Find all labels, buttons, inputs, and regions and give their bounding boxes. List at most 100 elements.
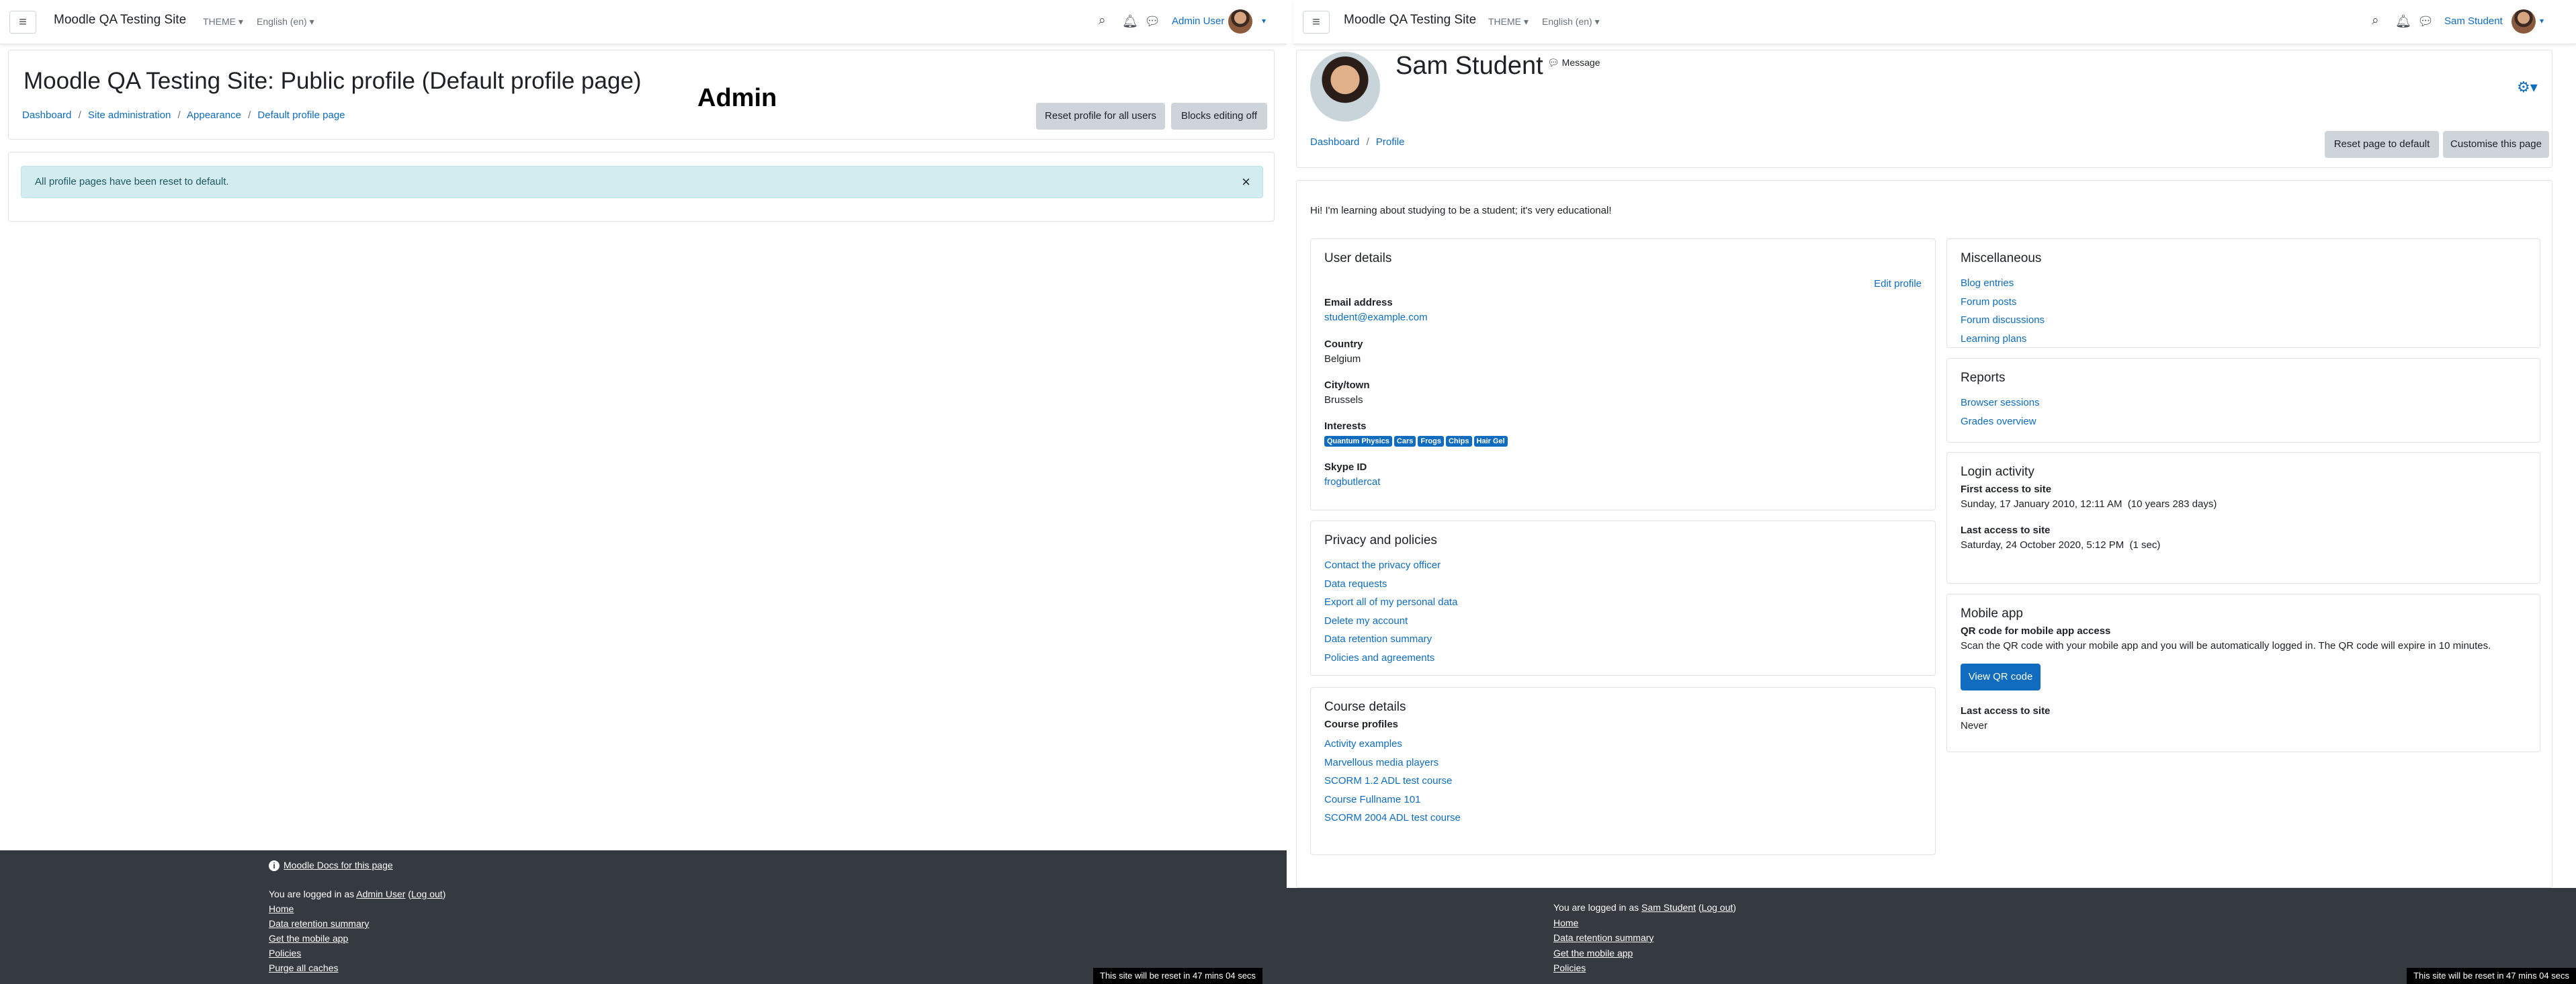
chevron-down-icon[interactable]: ▾ — [2540, 16, 2544, 26]
delete-account-link[interactable]: Delete my account — [1324, 615, 1408, 627]
user-link[interactable]: Admin User — [356, 889, 405, 899]
policies-link[interactable]: Policies and agreements — [1324, 652, 1434, 664]
footer-link-mobile-app[interactable]: Get the mobile app — [269, 933, 348, 944]
export-data-link[interactable]: Export all of my personal data — [1324, 596, 1457, 608]
profile-picture — [1310, 52, 1380, 122]
theme-menu-label: THEME — [203, 16, 236, 27]
reset-page-button[interactable]: Reset page to default — [2325, 131, 2439, 158]
interest-tag[interactable]: Hair Gel — [1473, 436, 1508, 447]
menu-toggle-button[interactable]: ≡ — [9, 11, 36, 34]
theme-menu[interactable]: THEME ▾ — [203, 16, 243, 28]
reset-countdown: This site will be reset in 47 mins 04 se… — [1093, 968, 1262, 984]
avatar[interactable] — [1228, 9, 1252, 34]
skype-value[interactable]: frogbutlercat — [1324, 476, 1380, 488]
footer-link-data-retention[interactable]: Data retention summary — [1553, 932, 1654, 943]
avatar[interactable] — [2511, 9, 2536, 34]
bell-icon[interactable]: 🔔︎ — [2395, 13, 2411, 30]
forum-discussions-link[interactable]: Forum discussions — [1961, 314, 2045, 326]
site-brand[interactable]: Moodle QA Testing Site — [54, 13, 186, 28]
interests-tags: Quantum Physics Cars Frogs Chips Hair Gel — [1324, 435, 1510, 447]
breadcrumb-item[interactable]: Site administration — [88, 109, 171, 121]
footer-link-mobile-app[interactable]: Get the mobile app — [1553, 948, 1633, 958]
breadcrumb-item[interactable]: Dashboard — [22, 109, 71, 121]
course-link[interactable]: Course Fullname 101 — [1324, 794, 1420, 805]
blog-entries-link[interactable]: Blog entries — [1961, 277, 2014, 289]
profile-header: Sam Student 💬︎ Message ⚙▾ Dashboard / Pr… — [1296, 50, 2552, 168]
menu-toggle-button[interactable]: ≡ — [1303, 11, 1330, 34]
theme-menu-label: THEME — [1488, 16, 1521, 27]
data-retention-link[interactable]: Data retention summary — [1324, 633, 1432, 645]
course-link[interactable]: SCORM 2004 ADL test course — [1324, 812, 1461, 823]
chevron-down-icon: ▾ — [309, 16, 314, 27]
privacy-title: Privacy and policies — [1324, 533, 1437, 547]
footer-link-purge-caches[interactable]: Purge all caches — [269, 963, 339, 973]
footer-link-home[interactable]: Home — [1553, 918, 1578, 928]
first-access-value: Sunday, 17 January 2010, 12:11 AM (10 ye… — [1961, 498, 2217, 510]
breadcrumb-item[interactable]: Appearance — [187, 109, 241, 121]
user-menu-name[interactable]: Sam Student — [2444, 15, 2503, 27]
forum-posts-link[interactable]: Forum posts — [1961, 296, 2016, 308]
course-details-title: Course details — [1324, 700, 1406, 714]
breadcrumb-item[interactable]: Profile — [1376, 136, 1405, 148]
data-requests-link[interactable]: Data requests — [1324, 578, 1387, 590]
chevron-down-icon[interactable]: ▾ — [1262, 16, 1266, 26]
course-link[interactable]: Activity examples — [1324, 738, 1402, 750]
footer-link-home[interactable]: Home — [269, 903, 294, 914]
reset-profile-button[interactable]: Reset profile for all users — [1036, 103, 1165, 130]
first-access-label: First access to site — [1961, 484, 2052, 495]
site-brand[interactable]: Moodle QA Testing Site — [1344, 13, 1476, 28]
logout-link[interactable]: Log out — [411, 889, 443, 899]
search-icon[interactable]: ⌕ — [2372, 13, 2379, 28]
edit-profile-link[interactable]: Edit profile — [1874, 278, 1922, 289]
logged-in-prefix: You are logged in as — [1553, 902, 1639, 913]
chat-icon: 💬︎ — [1547, 57, 1559, 68]
breadcrumb-item[interactable]: Default profile page — [257, 109, 345, 121]
reports-card: Reports Browser sessions Grades overview — [1946, 358, 2540, 443]
reports-links: Browser sessions Grades overview — [1961, 394, 2040, 431]
close-icon[interactable]: × — [1242, 173, 1250, 191]
interest-tag[interactable]: Chips — [1445, 436, 1472, 447]
search-icon[interactable]: ⌕ — [1099, 13, 1106, 28]
language-menu[interactable]: English (en) ▾ — [1542, 16, 1600, 28]
footer: You are logged in as Sam Student (Log ou… — [1287, 888, 2576, 984]
browser-sessions-link[interactable]: Browser sessions — [1961, 397, 2040, 408]
app-last-access-value: Never — [1961, 720, 1988, 731]
last-access-label: Last access to site — [1961, 525, 2051, 536]
footer-link-policies[interactable]: Policies — [269, 948, 301, 958]
country-label: Country — [1324, 339, 1363, 350]
learning-plans-link[interactable]: Learning plans — [1961, 333, 2026, 345]
email-value[interactable]: student@example.com — [1324, 312, 1428, 323]
user-link[interactable]: Sam Student — [1641, 902, 1696, 913]
bell-icon[interactable]: 🔔︎ — [1122, 13, 1138, 30]
mobile-app-title: Mobile app — [1961, 607, 2023, 621]
docs-link[interactable]: Moodle Docs for this page — [284, 860, 393, 870]
view-qr-code-button[interactable]: View QR code — [1961, 664, 2041, 690]
student-window: ≡ Moodle QA Testing Site THEME ▾ English… — [1287, 0, 2576, 984]
navbar: ≡ Moodle QA Testing Site THEME ▾ English… — [0, 0, 1287, 44]
interest-tag[interactable]: Quantum Physics — [1324, 436, 1392, 447]
interest-tag[interactable]: Cars — [1393, 436, 1416, 447]
user-menu-name[interactable]: Admin User — [1172, 15, 1224, 27]
grades-overview-link[interactable]: Grades overview — [1961, 416, 2036, 427]
privacy-officer-link[interactable]: Contact the privacy officer — [1324, 560, 1441, 571]
course-link[interactable]: Marvellous media players — [1324, 757, 1439, 768]
customise-page-button[interactable]: Customise this page — [2443, 131, 2549, 158]
course-link[interactable]: SCORM 1.2 ADL test course — [1324, 775, 1452, 787]
footer-link-data-retention[interactable]: Data retention summary — [269, 918, 369, 929]
theme-menu[interactable]: THEME ▾ — [1488, 16, 1529, 28]
message-label: Message — [1561, 57, 1600, 68]
gear-icon[interactable]: ⚙▾ — [2517, 79, 2538, 96]
interest-tag[interactable]: Frogs — [1418, 436, 1444, 447]
chat-icon[interactable]: 💬︎ — [2417, 13, 2434, 30]
breadcrumb-item[interactable]: Dashboard — [1310, 136, 1359, 148]
language-menu[interactable]: English (en) ▾ — [257, 16, 314, 28]
chat-icon[interactable]: 💬︎ — [1144, 13, 1160, 30]
last-access-value: Saturday, 24 October 2020, 5:12 PM (1 se… — [1961, 539, 2161, 551]
blocks-editing-button[interactable]: Blocks editing off — [1171, 103, 1267, 130]
course-links: Activity examples Marvellous media playe… — [1324, 735, 1461, 828]
footer-link-policies[interactable]: Policies — [1553, 963, 1586, 973]
profile-description: Hi! I'm learning about studying to be a … — [1310, 205, 1612, 216]
message-button[interactable]: 💬︎ Message — [1547, 57, 1600, 69]
logout-link[interactable]: Log out — [1702, 902, 1733, 913]
qr-description: Scan the QR code with your mobile app an… — [1961, 640, 2491, 652]
